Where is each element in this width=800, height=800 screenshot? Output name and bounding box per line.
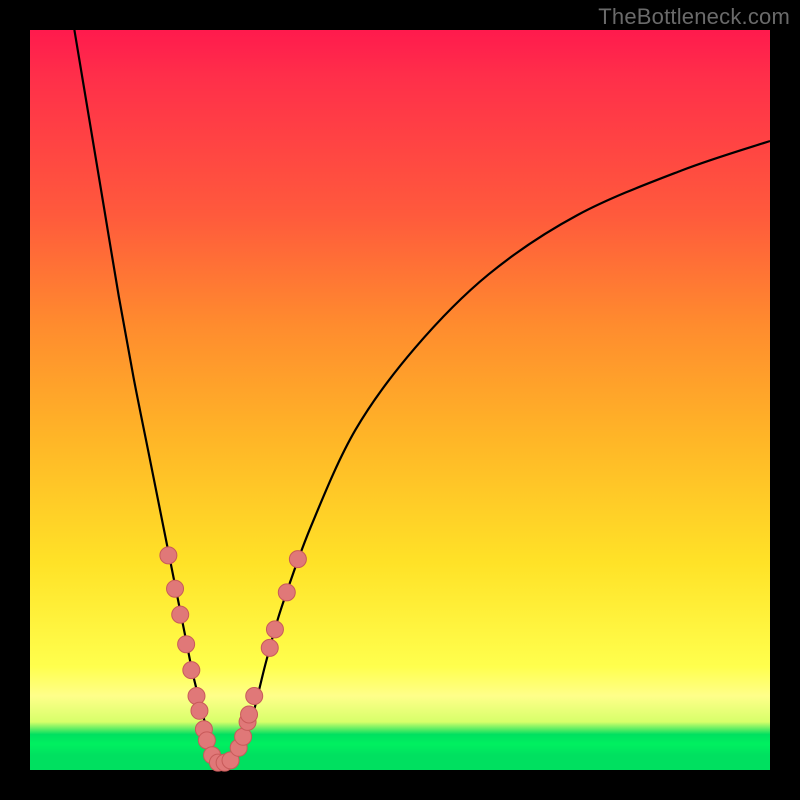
data-marker [178, 636, 195, 653]
data-markers [160, 547, 307, 771]
data-marker [246, 688, 263, 705]
data-marker [188, 688, 205, 705]
data-marker [241, 706, 258, 723]
data-marker [278, 584, 295, 601]
chart-svg [30, 30, 770, 770]
data-marker [160, 547, 177, 564]
data-marker [289, 551, 306, 568]
bottleneck-curve [74, 30, 770, 764]
watermark-text: TheBottleneck.com [598, 4, 790, 30]
data-marker [167, 580, 184, 597]
data-marker [261, 639, 278, 656]
data-marker [266, 621, 283, 638]
data-marker [191, 702, 208, 719]
chart-frame: TheBottleneck.com [0, 0, 800, 800]
data-marker [183, 662, 200, 679]
data-marker [172, 606, 189, 623]
plot-area [30, 30, 770, 770]
